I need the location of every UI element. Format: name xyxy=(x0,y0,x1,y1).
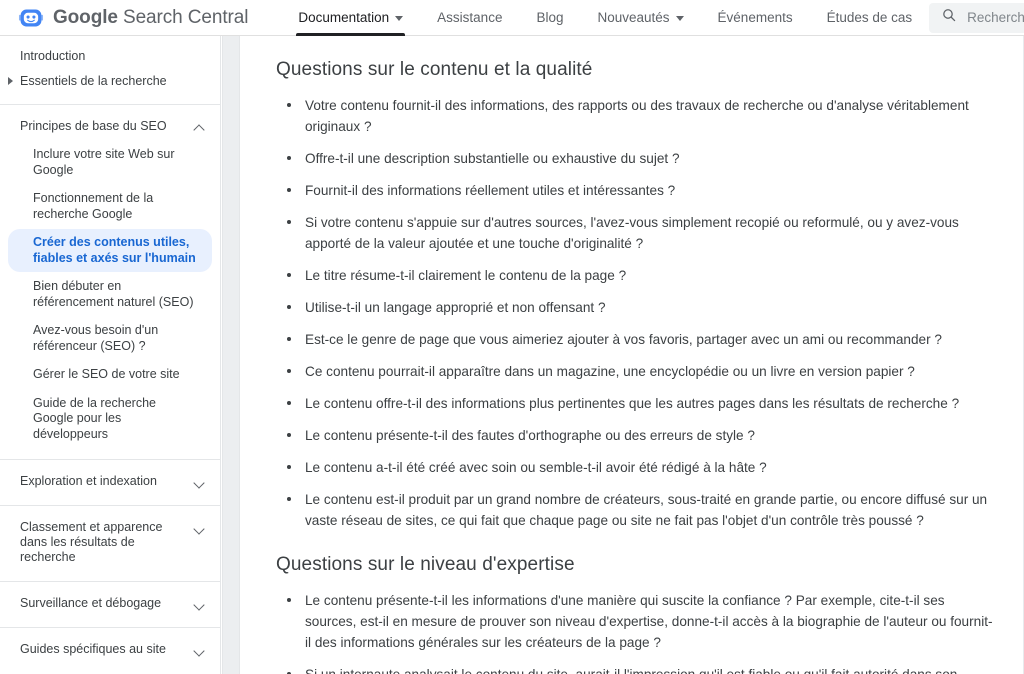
list-item: Votre contenu fournit-il des information… xyxy=(276,95,993,137)
chevron-right-icon xyxy=(8,77,13,85)
sidebar-item-avez-vous-besoin-dun-referenceur[interactable]: Avez-vous besoin d'un référenceur (SEO) … xyxy=(0,317,212,360)
nav-item-label: Blog xyxy=(536,10,564,25)
sidebar-group-intro: Introduction Essentiels de la recherche xyxy=(0,36,220,105)
list-item: Le contenu est-il produit par un grand n… xyxy=(276,489,993,531)
sidebar-item-label: Essentiels de la recherche xyxy=(20,74,167,88)
brand-title-google: Google xyxy=(53,7,118,28)
sidebar-section-label: Classement et apparence dans les résulta… xyxy=(20,520,163,564)
sidebar-section-guides-specifiques-au-site[interactable]: Guides spécifiques au site xyxy=(0,636,220,663)
chevron-down-icon xyxy=(395,15,404,21)
chevron-down-icon xyxy=(194,644,206,656)
nav-item-label: Études de cas xyxy=(826,10,913,25)
sidebar-item-label: Fonctionnement de la recherche Google xyxy=(33,191,154,221)
main-content: Questions sur le contenu et la qualité V… xyxy=(240,36,1024,674)
sidebar-item-label: Guide de la recherche Google pour les dé… xyxy=(33,395,156,441)
sidebar-scrollbar-track[interactable] xyxy=(222,36,240,674)
primary-nav: Documentation Assistance Blog Nouveautés… xyxy=(281,0,929,36)
sidebar-group-principes-de-base-du-seo: Principes de base du SEO Inclure votre s… xyxy=(0,105,220,460)
list-item: Le contenu offre-t-il des informations p… xyxy=(276,393,993,414)
nav-item-label: Événements xyxy=(717,10,793,25)
nav-item-nouveautes[interactable]: Nouveautés xyxy=(580,0,700,36)
brand-title-rest: Search Central xyxy=(117,7,249,28)
sidebar-item-label: Avez-vous besoin d'un référenceur (SEO) … xyxy=(33,323,159,353)
brand-logo-link[interactable]: Google Search Central xyxy=(0,5,248,31)
chevron-down-icon xyxy=(194,598,206,610)
nav-item-evenements[interactable]: Événements xyxy=(701,0,810,36)
sidebar-item-gerer-le-seo-de-votre-site[interactable]: Gérer le SEO de votre site xyxy=(0,361,212,389)
bullet-list-contenu-qualite: Votre contenu fournit-il des information… xyxy=(276,95,993,531)
sidebar-item-label: Gérer le SEO de votre site xyxy=(33,367,180,381)
sidebar-item-bien-debuter-en-referencement-naturel[interactable]: Bien débuter en référencement naturel (S… xyxy=(0,273,212,316)
nav-item-blog[interactable]: Blog xyxy=(519,0,580,36)
sidebar-item-creer-des-contenus-utiles[interactable]: Créer des contenus utiles, fiables et ax… xyxy=(8,229,212,272)
sidebar-group-guides-specifiques-au-site: Guides spécifiques au site xyxy=(0,628,220,673)
sidebar-item-label: Créer des contenus utiles, fiables et ax… xyxy=(33,235,196,265)
list-item: Le contenu présente-t-il les information… xyxy=(276,590,993,653)
sidebar-scrollbar[interactable] xyxy=(222,36,240,674)
sidebar-group-surveillance-et-debogage: Surveillance et débogage xyxy=(0,582,220,628)
chevron-down-icon xyxy=(675,15,684,21)
nav-item-etudes-de-cas[interactable]: Études de cas xyxy=(810,0,930,36)
sidebar-item-label: Bien débuter en référencement naturel (S… xyxy=(33,279,194,309)
sidebar-group-classement-et-apparence: Classement et apparence dans les résulta… xyxy=(0,506,220,582)
list-item: Le contenu a-t-il été créé avec soin ou … xyxy=(276,457,993,478)
section-heading-niveau-expertise: Questions sur le niveau d'expertise xyxy=(276,554,575,575)
bullet-list-niveau-expertise: Le contenu présente-t-il les information… xyxy=(276,590,993,674)
list-item: Utilise-t-il un langage approprié et non… xyxy=(276,297,993,318)
chevron-down-icon xyxy=(194,476,206,488)
sidebar-item-inclure-votre-site-web-sur-google[interactable]: Inclure votre site Web sur Google xyxy=(0,141,212,184)
list-item: Si votre contenu s'appuie sur d'autres s… xyxy=(276,212,993,254)
section-heading-contenu-qualite: Questions sur le contenu et la qualité xyxy=(276,59,593,80)
sidebar-section-label: Surveillance et débogage xyxy=(20,596,162,610)
nav-item-documentation[interactable]: Documentation xyxy=(281,0,420,36)
sidebar-section-principes-de-base-du-seo[interactable]: Principes de base du SEO xyxy=(0,113,220,140)
nav-item-label: Assistance xyxy=(437,10,503,25)
sidebar-item-guide-de-la-recherche-google-pour-les-developpeurs[interactable]: Guide de la recherche Google pour les dé… xyxy=(0,390,212,449)
sidebar-nav: Introduction Essentiels de la recherche … xyxy=(0,36,221,674)
sidebar-section-surveillance-et-debogage[interactable]: Surveillance et débogage xyxy=(0,590,220,617)
sidebar-item-label: Inclure votre site Web sur Google xyxy=(33,147,175,177)
list-item: Le contenu présente-t-il des fautes d'or… xyxy=(276,425,993,446)
nav-item-assistance[interactable]: Assistance xyxy=(420,0,519,36)
brand-title: Google Search Central xyxy=(53,8,248,27)
sidebar-item-introduction[interactable]: Introduction xyxy=(0,44,220,69)
site-header: Google Search Central Documentation Assi… xyxy=(0,0,1024,36)
list-item: Fournit-il des informations réellement u… xyxy=(276,180,993,201)
search-input[interactable]: Recherche xyxy=(929,2,1024,33)
sidebar-section-label: Guides spécifiques au site xyxy=(20,642,166,656)
search-placeholder: Recherche xyxy=(967,10,1024,25)
list-item: Offre-t-il une description substantielle… xyxy=(276,148,993,169)
list-item: Est-ce le genre de page que vous aimerie… xyxy=(276,329,993,350)
search-icon xyxy=(941,7,957,28)
sidebar-section-label: Principes de base du SEO xyxy=(20,119,167,133)
sidebar-item-fonctionnement-de-la-recherche-google[interactable]: Fonctionnement de la recherche Google xyxy=(0,185,212,228)
chevron-down-icon xyxy=(194,522,206,534)
sidebar-item-essentiels-de-la-recherche[interactable]: Essentiels de la recherche xyxy=(0,69,220,94)
sidebar-section-classement-et-apparence[interactable]: Classement et apparence dans les résulta… xyxy=(0,514,220,571)
googlebot-logo-icon xyxy=(18,5,44,31)
sidebar-item-label: Introduction xyxy=(20,49,86,63)
sidebar-group-exploration-et-indexation: Exploration et indexation xyxy=(0,460,220,506)
nav-item-label: Documentation xyxy=(298,10,390,25)
list-item: Le titre résume-t-il clairement le conte… xyxy=(276,265,993,286)
list-item: Ce contenu pourrait-il apparaître dans u… xyxy=(276,361,993,382)
sidebar-section-label: Exploration et indexation xyxy=(20,474,157,488)
list-item: Si un internaute analysait le contenu du… xyxy=(276,664,993,674)
nav-item-label: Nouveautés xyxy=(597,10,670,25)
sidebar-section-exploration-et-indexation[interactable]: Exploration et indexation xyxy=(0,468,220,495)
chevron-up-icon xyxy=(194,121,206,133)
